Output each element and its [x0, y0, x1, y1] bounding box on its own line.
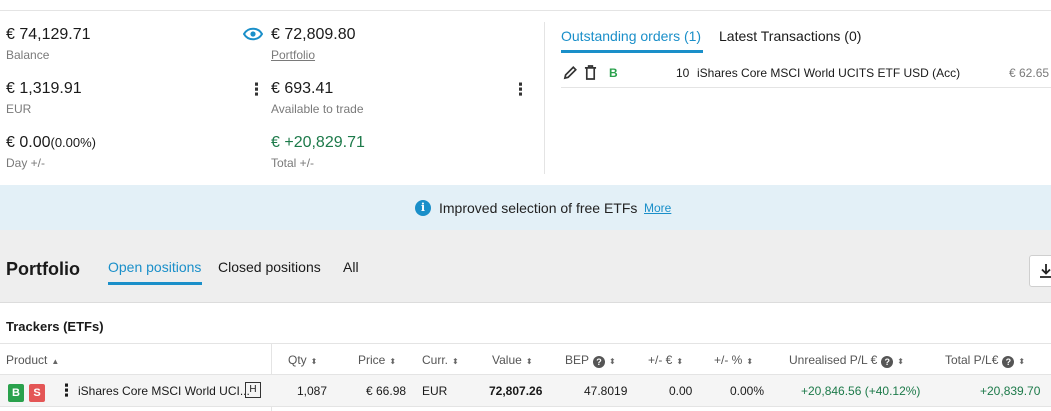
balance-label: Balance [6, 48, 50, 62]
row-total-pl: +20,839.70 [980, 384, 1041, 398]
info-banner: i Improved selection of free ETFs More [0, 185, 1051, 230]
col-product[interactable]: Product ▲ [6, 353, 59, 367]
sort-icon: ⬍ [452, 357, 459, 366]
hedge-badge: H [245, 382, 261, 398]
order-product: iShares Core MSCI World UCITS ETF USD (A… [697, 66, 961, 80]
eur-stat: € 1,319.91 EUR [6, 80, 82, 116]
tab-latest-transactions[interactable]: Latest Transactions (0) [719, 28, 861, 44]
available-stat: € 693.41 Available to trade [271, 80, 364, 116]
row-product[interactable]: iShares Core MSCI World UCI... [78, 384, 250, 398]
tab-closed-positions[interactable]: Closed positions [218, 259, 321, 275]
eur-value: € 1,319.91 [6, 80, 82, 97]
help-icon: ? [593, 356, 606, 368]
col-change-pct[interactable]: +/- % ⬍ [714, 353, 753, 367]
download-button[interactable] [1029, 255, 1051, 287]
sort-icon: ⬍ [1018, 357, 1026, 366]
available-more-icon[interactable]: ⋮ [512, 81, 529, 98]
cash-more-icon[interactable]: ⋮ [248, 81, 265, 98]
row-value: 72,807.26 [489, 384, 543, 398]
balance-stat: € 74,129.71 Balance [6, 26, 91, 62]
active-tab-underline [108, 282, 202, 285]
sort-icon: ⬍ [746, 357, 754, 366]
order-row: B 10 iShares Core MSCI World UCITS ETF U… [561, 60, 1051, 88]
col-value[interactable]: Value ⬍ [492, 353, 533, 367]
row-qty: 1,087 [297, 384, 328, 398]
sell-button[interactable]: S [29, 384, 45, 402]
trash-icon[interactable] [584, 65, 597, 80]
portfolio-header: Portfolio Open positions Closed position… [0, 230, 1051, 303]
banner-message: Improved selection of free ETFs [439, 200, 638, 216]
total-value: € +20,829.71 [271, 134, 365, 151]
sort-icon: ⬍ [310, 357, 318, 366]
help-icon: ? [1002, 356, 1015, 368]
info-icon: i [415, 200, 431, 216]
total-stat: € +20,829.71 Total +/- [271, 134, 365, 170]
col-curr[interactable]: Curr. ⬍ [422, 353, 459, 367]
section-title: Trackers (ETFs) [6, 319, 104, 334]
row-price: € 66.98 [366, 384, 407, 398]
order-side: B [609, 66, 618, 80]
row-change-pct: 0.00% [730, 384, 765, 398]
row-more-icon[interactable]: ⋮ [58, 381, 75, 401]
col-price[interactable]: Price ⬍ [358, 353, 396, 367]
sort-icon: ⬍ [897, 357, 904, 366]
sort-icon: ⬍ [389, 357, 397, 366]
available-value: € 693.41 [271, 80, 334, 97]
sort-asc-icon: ▲ [51, 357, 60, 366]
order-qty: 10 [676, 66, 690, 80]
eur-label: EUR [6, 102, 32, 116]
day-stat: € 0.00(0.00%) Day +/- [6, 134, 96, 170]
pencil-icon[interactable] [563, 65, 578, 80]
row-unrealised: +20,846.56 (+40.12%) [801, 384, 921, 398]
eye-icon[interactable] [243, 27, 263, 41]
col-bep[interactable]: BEP? ⬍ [565, 353, 616, 368]
row-bep: 47.8019 [584, 384, 628, 398]
portfolio-stat: € 72,809.80 Portfolio [271, 26, 356, 62]
panel-divider [544, 22, 545, 174]
active-tab-underline [561, 50, 703, 53]
portfolio-link[interactable]: Portfolio [271, 48, 356, 62]
banner-more-link[interactable]: More [644, 201, 671, 215]
buy-button[interactable]: B [8, 384, 24, 402]
tab-outstanding-orders[interactable]: Outstanding orders (1) [561, 28, 701, 44]
col-change-eur[interactable]: +/- € ⬍ [648, 353, 683, 367]
total-label: Total +/- [271, 156, 315, 170]
day-value: € 0.00 [6, 134, 51, 151]
day-label: Day +/- [6, 156, 46, 170]
sort-icon: ⬍ [609, 357, 616, 366]
table-row[interactable]: B S ⋮ iShares Core MSCI World UCI... H 1… [0, 375, 1051, 407]
col-qty[interactable]: Qty ⬍ [288, 353, 317, 367]
sort-icon: ⬍ [525, 357, 533, 366]
balance-value: € 74,129.71 [6, 26, 91, 43]
portfolio-title: Portfolio [6, 259, 80, 279]
available-label: Available to trade [271, 102, 364, 116]
positions-table-header: Product ▲ Qty ⬍ Price ⬍ Curr. ⬍ Value ⬍ BEP? ⬍… [0, 343, 1051, 375]
col-total-pl[interactable]: Total P/L€? ⬍ [945, 353, 1025, 368]
order-price: € 62.65 [1009, 66, 1050, 80]
tab-open-positions[interactable]: Open positions [108, 259, 201, 275]
tab-all[interactable]: All [343, 259, 359, 275]
help-icon: ? [881, 356, 894, 368]
day-pct: (0.00%) [50, 135, 97, 150]
sort-icon: ⬍ [676, 357, 684, 366]
download-icon [1040, 264, 1051, 278]
row-change-eur: 0.00 [669, 384, 693, 398]
row-curr: EUR [422, 384, 448, 398]
portfolio-value: € 72,809.80 [271, 26, 356, 43]
col-unrealised[interactable]: Unrealised P/L €? ⬍ [789, 353, 904, 368]
top-divider [0, 10, 1051, 11]
